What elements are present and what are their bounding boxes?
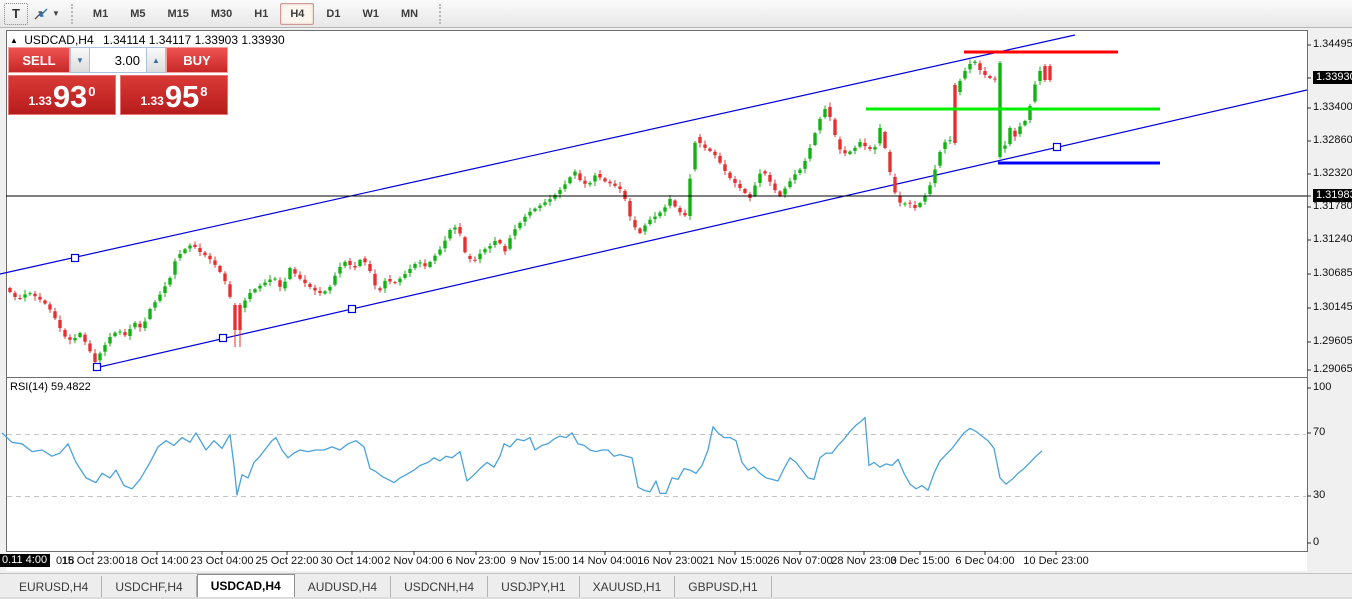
price-tick-1.32320: 1.32320 (1313, 167, 1352, 179)
price-tick-1.30145: 1.30145 (1313, 301, 1352, 313)
rsi-tick-0: 0 (1313, 536, 1320, 548)
buy-price-point: 8 (200, 84, 208, 99)
trendline-handle-3[interactable] (347, 304, 357, 314)
time-tick: 21 Nov 15:00 (702, 555, 768, 567)
trendline-handle-2[interactable] (218, 333, 228, 343)
chart-ohlc-values: 1.34114 1.34117 1.33903 1.33930 (102, 33, 285, 47)
price-tick-1.31240: 1.31240 (1313, 233, 1352, 245)
chart-tab-bar: EURUSD,H4 USDCHF,H4 USDCAD,H4 AUDUSD,H4 USDC… (0, 573, 1352, 597)
mt4-window: T ▼ M1 M5 M15 M30 H1 H4 D1 W1 MN ▲ USDCAD,H4 1.3… (0, 0, 1352, 599)
time-tick: 23 Oct 04:00 (190, 555, 254, 567)
spinner-up-icon: ▲ (152, 55, 160, 65)
time-tick: 3 Dec 15:00 (890, 555, 950, 567)
tab-USDCHF-H4[interactable]: USDCHF,H4 (102, 576, 197, 597)
rsi-tick-100: 100 (1313, 381, 1332, 393)
price-tick-1.29605: 1.29605 (1313, 335, 1352, 347)
chart-info-line: ▲ USDCAD,H4 1.34114 1.34117 1.33903 1.33… (10, 33, 285, 47)
one-click-trading-panel: SELL ▼ ▲ BUY 1.33 93 0 1.33 95 8 (8, 47, 228, 115)
time-tick: 2 Nov 04:00 (384, 555, 444, 567)
time-tick: 28 Nov 23:00 (831, 555, 897, 567)
tab-GBPUSD-H1[interactable]: GBPUSD,H1 (675, 576, 772, 597)
spinner-down-icon: ▼ (76, 55, 84, 65)
price-tick-1.30685: 1.30685 (1313, 267, 1352, 279)
rsi-tick-30: 30 (1313, 489, 1326, 501)
price-tick-1.29065: 1.29065 (1313, 363, 1352, 375)
tab-AUDUSD-H4[interactable]: AUDUSD,H4 (295, 576, 392, 597)
buy-button[interactable]: BUY (166, 47, 228, 73)
time-tick: 18 Oct 14:00 (125, 555, 189, 567)
tab-XAUUSD-H1[interactable]: XAUUSD,H1 (580, 576, 676, 597)
sell-price-pips: 93 (52, 79, 88, 114)
time-tick: 10 Dec 23:00 (1023, 555, 1089, 567)
sell-price-handle: 1.33 (28, 94, 52, 108)
price-tick-1.33400: 1.33400 (1313, 101, 1352, 113)
volume-input[interactable] (90, 47, 146, 73)
tab-EURUSD-H4[interactable]: EURUSD,H4 (6, 576, 103, 597)
time-highlight-tag: 0.11 4:00 (0, 554, 51, 567)
buy-price-display[interactable]: 1.33 95 8 (120, 75, 228, 115)
price-tick-1.31780: 1.31780 (1313, 200, 1352, 212)
price-tick-1.32860: 1.32860 (1313, 134, 1352, 146)
trendline-handle-4[interactable] (1052, 142, 1062, 152)
trendline-handle-0[interactable] (70, 253, 80, 263)
buy-price-handle: 1.33 (140, 94, 164, 108)
sell-price-point: 0 (88, 84, 96, 99)
trendline-handle-1[interactable] (92, 362, 102, 372)
rsi-line (1, 416, 1043, 496)
time-tick: 26 Nov 07:00 (767, 555, 833, 567)
buy-price-pips: 95 (164, 79, 200, 114)
time-tick: 30 Oct 14:00 (320, 555, 384, 567)
tab-USDCNH-H4[interactable]: USDCNH,H4 (391, 576, 489, 597)
time-tick: 6 Nov 23:00 (446, 555, 506, 567)
rsi-panel-border (6, 377, 1308, 552)
rsi-indicator-label: RSI(14) 59.4822 (10, 381, 91, 393)
tab-USDCAD-H4[interactable]: USDCAD,H4 (196, 574, 295, 597)
tab-USDJPY-H1[interactable]: USDJPY,H1 (488, 576, 580, 597)
price-tag-1.33930: 1.33930 (1313, 71, 1352, 84)
time-tick: 14 Nov 04:00 (572, 555, 638, 567)
rsi-tick-70: 70 (1313, 426, 1326, 438)
sell-button[interactable]: SELL (8, 47, 70, 73)
trend-channel-lower-line[interactable] (94, 89, 1308, 369)
volume-decrease-button[interactable]: ▼ (70, 47, 90, 73)
time-tick: 9 Nov 15:00 (510, 555, 570, 567)
sell-price-display[interactable]: 1.33 93 0 (8, 75, 116, 115)
time-label-remnant: 018 (56, 555, 75, 567)
time-tick: 6 Dec 04:00 (955, 555, 1015, 567)
chart-symbol-period: USDCAD,H4 (24, 33, 94, 47)
time-tick: 16 Nov 23:00 (637, 555, 703, 567)
volume-increase-button[interactable]: ▲ (146, 47, 166, 73)
price-tick-1.34495: 1.34495 (1313, 38, 1352, 50)
expand-triangle-icon[interactable]: ▲ (10, 36, 18, 45)
time-tick: 25 Oct 22:00 (255, 555, 319, 567)
